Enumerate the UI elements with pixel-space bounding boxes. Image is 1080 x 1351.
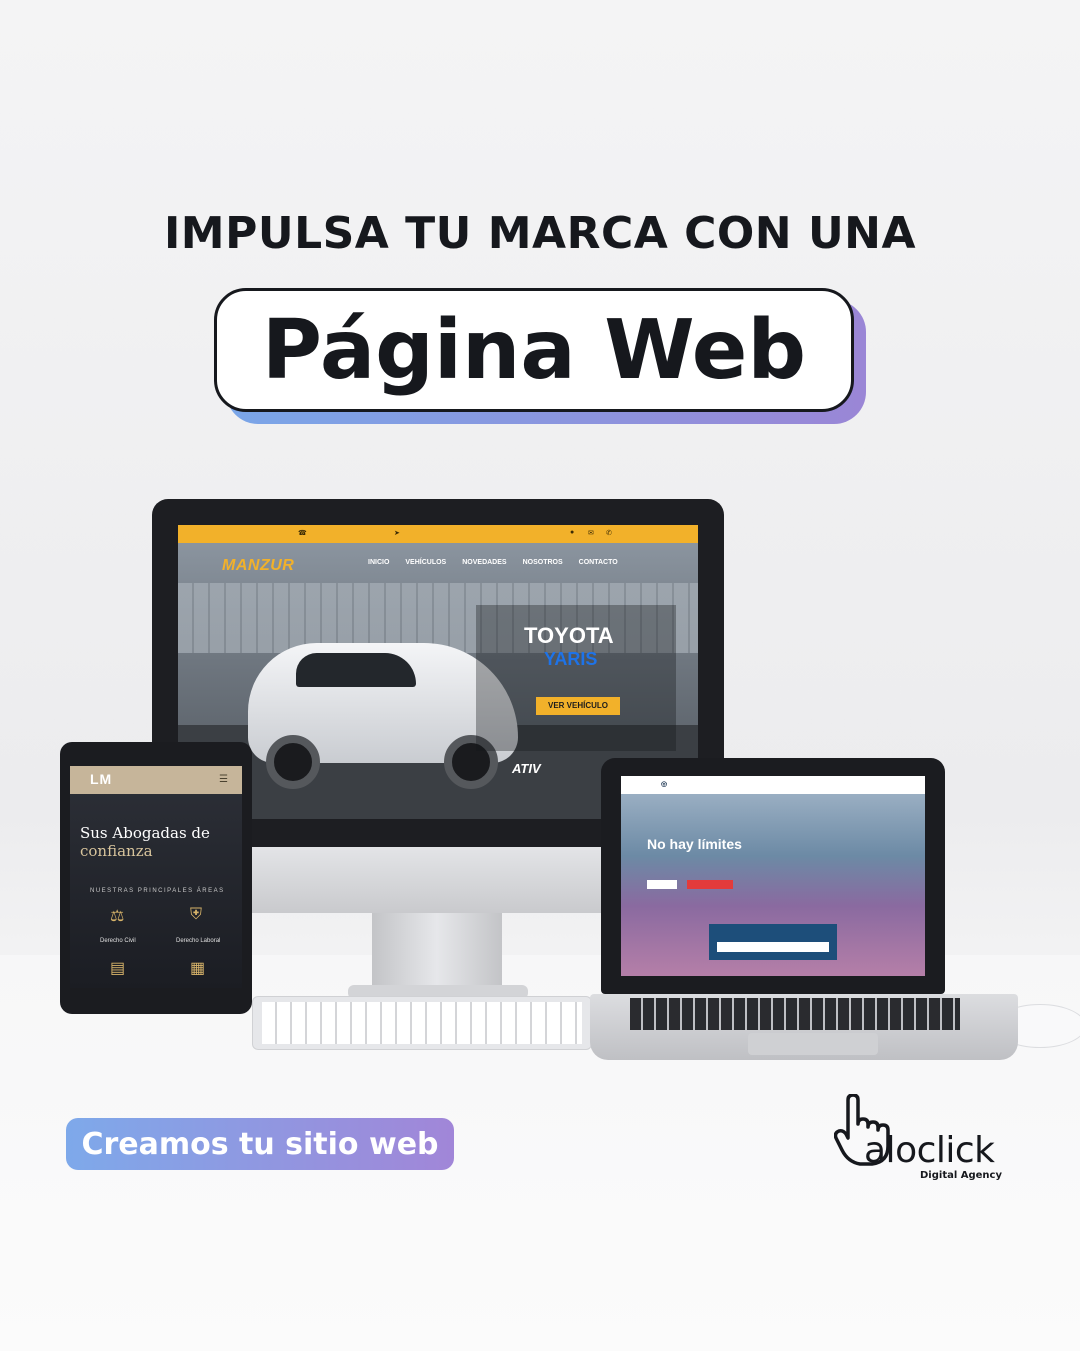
nav-item-novedades[interactable]: NOVEDADES [462, 559, 506, 566]
hero-brand: TOYOTA [524, 623, 614, 648]
keyboard-keys [262, 1002, 582, 1044]
laptop-trackpad [748, 1033, 878, 1055]
tablet-header: LM ☰ [70, 766, 242, 794]
car-wheel-front [266, 735, 320, 789]
laptop-hero-title: No hay límites [647, 836, 742, 852]
tablet-title-line2: confianza [80, 842, 153, 860]
laptop-button-secondary[interactable] [687, 880, 733, 889]
site-logo: MANZUR [222, 557, 295, 574]
hamburger-icon[interactable]: ☰ [219, 774, 228, 785]
laptop-search-input[interactable] [717, 942, 829, 952]
tablet: LM ☰ Sus Abogadas de confianza NUESTRAS … [60, 742, 252, 1014]
nav-item-contacto[interactable]: CONTACTO [579, 559, 618, 566]
tablet-screen: LM ☰ Sus Abogadas de confianza NUESTRAS … [70, 766, 242, 988]
brand-logo-tagline: Digital Agency [920, 1170, 1002, 1181]
car-badge: ATIV [512, 761, 541, 776]
tablet-logo: LM [90, 771, 113, 787]
laptop-keyboard [630, 998, 960, 1030]
scales-icon: ⚖ [110, 908, 125, 925]
area-laboral: Derecho Laboral [176, 938, 221, 944]
creamos-cta-pill: Creamos tu sitio web [66, 1118, 454, 1170]
nav-item-vehiculos[interactable]: VEHÍCULOS [405, 559, 446, 566]
car-window [296, 653, 416, 687]
ver-vehiculo-button[interactable]: VER VEHÍCULO [536, 697, 620, 715]
tablet-title-line1: Sus Abogadas de [80, 824, 210, 842]
shield-icon: ⛨ [190, 906, 203, 923]
nav-item-nosotros[interactable]: NOSOTROS [523, 559, 563, 566]
monitor-stand [372, 913, 502, 993]
laptop-header: ◎ [621, 776, 925, 794]
document-icon: ▤ [110, 960, 126, 977]
laptop-lid: ◎ No hay límites [601, 758, 945, 994]
site-nav: INICIO VEHÍCULOS NOVEDADES NOSOTROS CONT… [368, 559, 618, 566]
brand-logo-text: aloclick [864, 1130, 995, 1171]
area-civil: Derecho Civil [100, 938, 136, 944]
site-topbar: ☎ ➤ ● ✉ ✆ [178, 525, 698, 543]
hero-model: YARIS [544, 649, 598, 669]
headline: IMPULSA TU MARCA CON UNA [163, 208, 917, 259]
tablet-areas-heading: NUESTRAS PRINCIPALES ÁREAS [90, 888, 225, 894]
laptop-button-primary[interactable] [647, 880, 677, 889]
contract-icon: ▦ [190, 960, 206, 977]
laptop-screen: ◎ No hay límites [621, 776, 925, 976]
highlight-pill: Página Web [214, 288, 854, 412]
nav-item-inicio[interactable]: INICIO [368, 559, 389, 566]
laptop-logo-icon: ◎ [661, 781, 668, 788]
